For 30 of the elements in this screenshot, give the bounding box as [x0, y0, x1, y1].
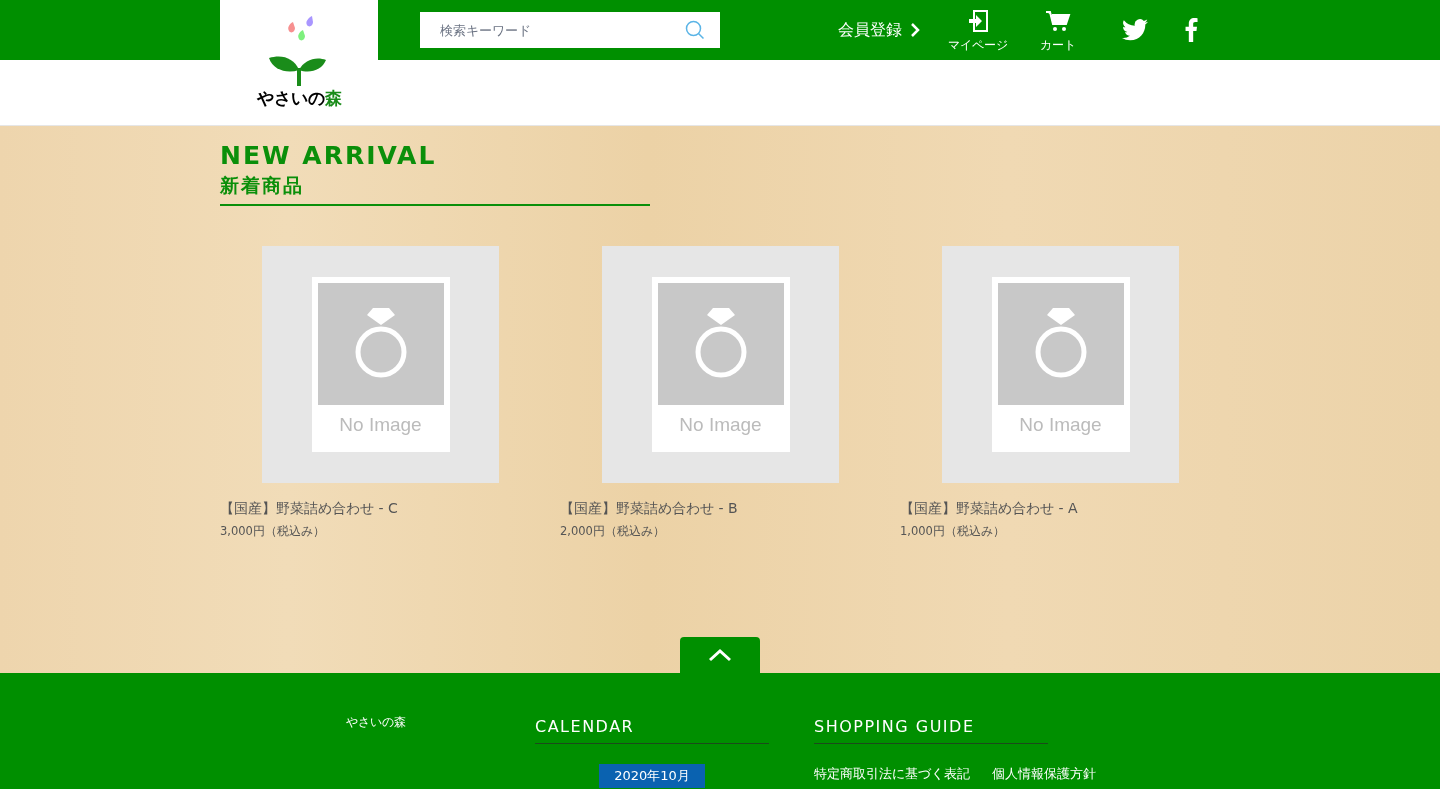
- mypage-link[interactable]: マイページ: [938, 6, 1018, 54]
- guide-link[interactable]: 特定商取引法に基づく表記: [814, 764, 970, 784]
- calendar-month: 2020年10月: [599, 764, 705, 788]
- login-icon: [967, 10, 989, 32]
- product-name[interactable]: 【国産】野菜詰め合わせ - A: [900, 497, 1137, 519]
- logo-text: やさいの森: [256, 90, 342, 107]
- footer-shop-name: やさいの森: [346, 714, 407, 731]
- product-price: 1,000円（税込み）: [900, 522, 1006, 540]
- register-link[interactable]: 会員登録: [838, 18, 938, 42]
- search-icon[interactable]: [685, 20, 705, 40]
- chevron-up-icon: [708, 648, 732, 662]
- product-price: 3,000円（税込み）: [220, 522, 326, 540]
- shopping-guide-heading: SHOPPING GUIDE: [814, 715, 1048, 744]
- section-title: NEW ARRIVAL: [220, 140, 438, 172]
- cart-link[interactable]: カート: [1018, 6, 1098, 54]
- product-name[interactable]: 【国産】野菜詰め合わせ - B: [560, 497, 797, 519]
- search-field[interactable]: 検索キーワード: [420, 12, 720, 48]
- chevron-right-icon: [910, 22, 920, 38]
- twitter-icon[interactable]: [1122, 19, 1148, 41]
- back-to-top-button[interactable]: [680, 637, 760, 673]
- calendar-heading: CALENDAR: [535, 715, 769, 744]
- guide-link[interactable]: 個人情報保護方針: [992, 764, 1096, 784]
- no-image-label: No Image: [339, 412, 422, 437]
- no-image-label: No Image: [1019, 412, 1102, 437]
- product-name[interactable]: 【国産】野菜詰め合わせ - C: [220, 497, 457, 519]
- product-price: 2,000円（税込み）: [560, 522, 666, 540]
- cart-icon: [1045, 10, 1071, 32]
- facebook-icon[interactable]: [1184, 18, 1198, 42]
- no-image-label: No Image: [679, 412, 762, 437]
- section-subtitle: 新着商品: [220, 171, 650, 206]
